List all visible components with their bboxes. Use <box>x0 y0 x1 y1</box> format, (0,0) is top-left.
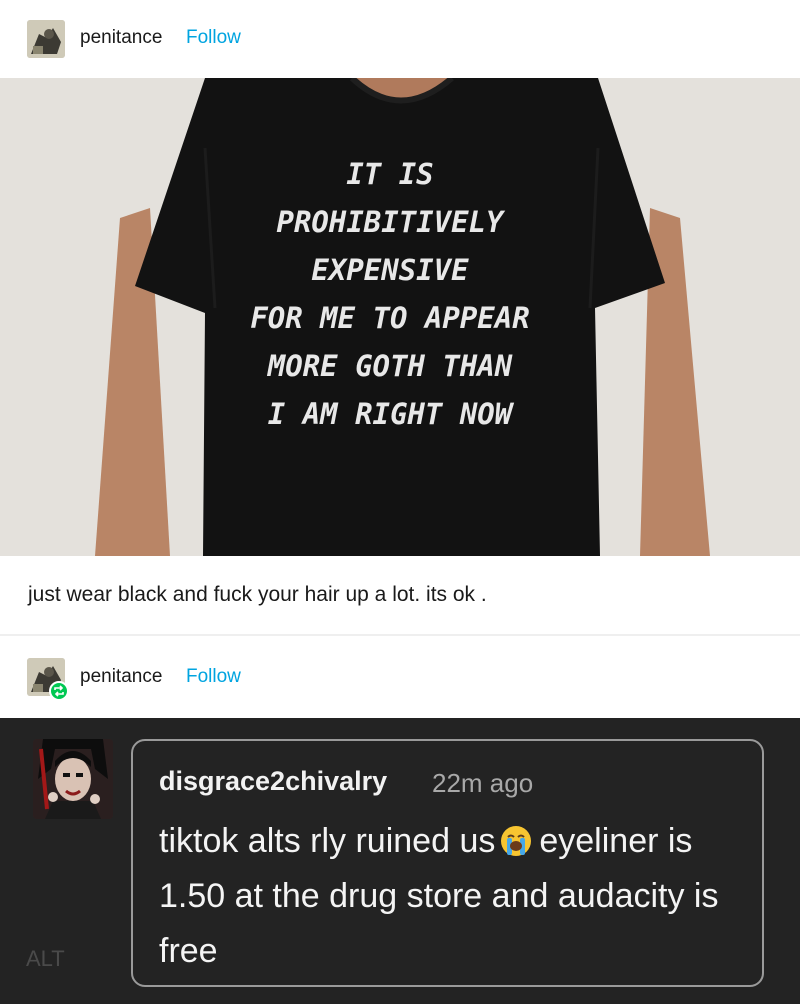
tweet-author: disgrace2chivalry <box>159 766 388 796</box>
follow-button[interactable]: Follow <box>186 666 241 688</box>
avatar-image <box>27 20 65 58</box>
post-username[interactable]: penitance <box>80 27 162 49</box>
tweet-timestamp: 22m ago <box>432 768 534 798</box>
shirt-text: IT IS PROHIBITIVELY EXPENSIVE FOR ME TO … <box>0 150 800 438</box>
post-username[interactable]: penitance <box>80 666 162 688</box>
reblog-icon <box>49 681 69 701</box>
alt-badge[interactable]: ALT <box>26 946 65 972</box>
follow-button[interactable]: Follow <box>186 27 241 49</box>
post-photo: IT IS PROHIBITIVELY EXPENSIVE FOR ME TO … <box>0 78 800 556</box>
shirt-line: EXPENSIVE <box>311 253 469 287</box>
shirt-line: FOR ME TO APPEAR <box>250 301 530 335</box>
post-caption: just wear black and fuck your hair up a … <box>28 583 487 606</box>
tweet-avatar <box>33 739 113 819</box>
shirt-line: IT IS <box>346 157 434 191</box>
tweet-text: tiktok alts rly ruined us eyeliner is 1.… <box>159 814 749 979</box>
tweet-text-part: tiktok alts rly ruined us <box>159 822 496 860</box>
shirt-line: MORE GOTH THAN <box>267 349 513 383</box>
shirt-line: PROHIBITIVELY <box>276 205 504 239</box>
shirt-line: I AM RIGHT NOW <box>267 397 513 431</box>
loudly-crying-face-icon <box>499 820 533 856</box>
avatar[interactable] <box>27 20 65 58</box>
